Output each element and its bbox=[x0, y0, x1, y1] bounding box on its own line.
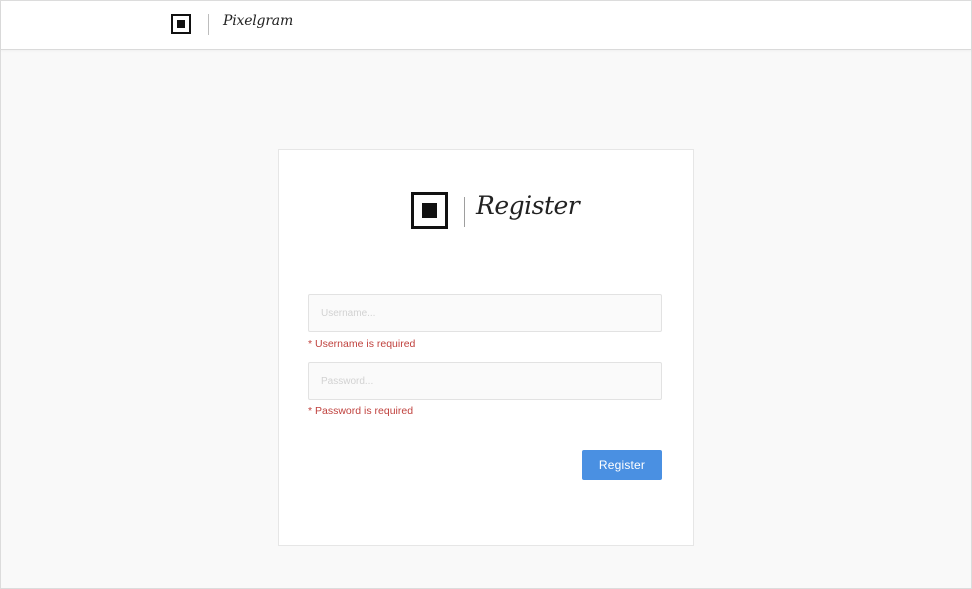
logo-divider bbox=[208, 14, 209, 35]
logo-inner-square bbox=[422, 203, 437, 218]
logo-inner-square bbox=[177, 20, 185, 28]
top-navigation-bar: Pixelgram bbox=[1, 1, 971, 50]
brand-name-link[interactable]: Pixelgram bbox=[223, 13, 293, 29]
username-input[interactable] bbox=[308, 294, 662, 332]
password-error-message: * Password is required bbox=[308, 405, 414, 417]
page-title: Register bbox=[476, 191, 580, 220]
register-button[interactable]: Register bbox=[582, 450, 662, 480]
register-card: Register * Username is required * Passwo… bbox=[278, 149, 694, 546]
square-logo-icon bbox=[411, 192, 448, 229]
password-input[interactable] bbox=[308, 362, 662, 400]
title-divider bbox=[464, 197, 465, 227]
username-error-message: * Username is required bbox=[308, 338, 416, 350]
square-logo-icon[interactable] bbox=[171, 14, 191, 34]
